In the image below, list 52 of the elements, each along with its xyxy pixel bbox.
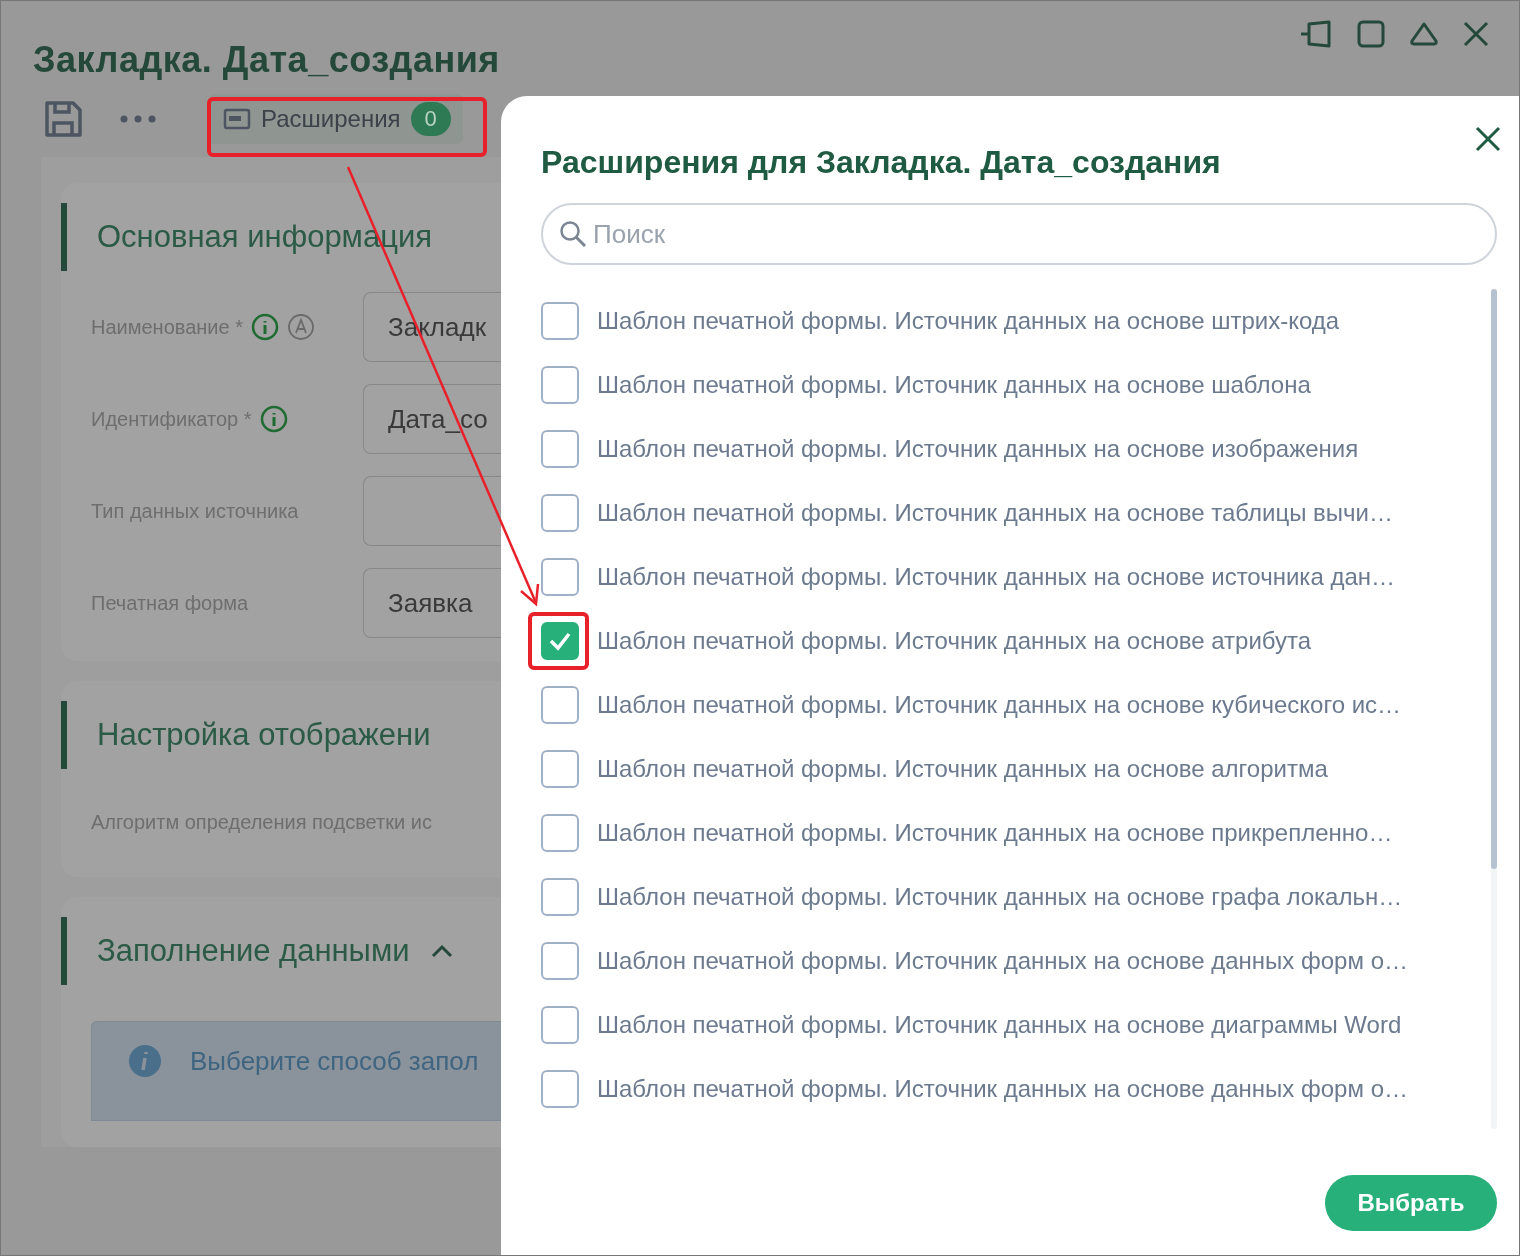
window-title: Закладка. Дата_создания [33,39,500,81]
checkbox[interactable] [541,814,579,852]
checkbox[interactable] [541,494,579,532]
extension-label[interactable]: Шаблон печатной формы. Источник данных на основе прикрепленно… [597,819,1393,847]
info-icon[interactable] [251,313,279,341]
extension-label[interactable]: Шаблон печатной формы. Источник данных на основе шаблона [597,371,1311,399]
checkbox[interactable] [541,1006,579,1044]
extension-label[interactable]: Шаблон печатной формы. Источник данных на основе графа локальн… [597,883,1403,911]
checkbox[interactable] [541,558,579,596]
extensions-button[interactable]: Расширения 0 [209,94,463,144]
search-icon [559,220,587,248]
extension-label[interactable]: Шаблон печатной формы. Источник данных на основе таблицы вычи… [597,499,1393,527]
select-button[interactable]: Выбрать [1325,1175,1497,1231]
drawer-title: Расширения для Закладка. Дата_создания [541,144,1222,181]
highlight-frame [528,612,589,670]
panel-icon [223,107,251,131]
close-icon[interactable] [1475,126,1501,152]
scrollbar[interactable] [1491,289,1497,1129]
count-badge: 0 [410,102,451,136]
check-icon [548,631,572,651]
info-icon [128,1044,162,1078]
checkbox[interactable] [541,1070,579,1108]
checkbox[interactable] [541,686,579,724]
more-icon[interactable] [119,114,157,124]
extension-label[interactable]: Шаблон печатной формы. Источник данных на основе диаграммы Word [597,1011,1402,1039]
checkbox[interactable] [541,622,579,660]
maximize-icon[interactable] [1357,20,1385,48]
notice-text: Выберите способ запол [190,1045,479,1077]
checkbox[interactable] [541,750,579,788]
extension-label[interactable]: Шаблон печатной формы. Источник данных на основе данных форм о… [597,947,1408,975]
pin-icon[interactable] [1299,20,1333,48]
auto-icon[interactable] [287,313,315,341]
checkbox[interactable] [541,878,579,916]
section-title: Настройка отображени [97,717,431,753]
checkbox[interactable] [541,302,579,340]
extension-label[interactable]: Шаблон печатной формы. Источник данных на основе источника дан… [597,563,1395,591]
extension-label[interactable]: Шаблон печатной формы. Источник данных на основе атрибута [597,627,1312,655]
search-field[interactable]: Поиск [541,203,1497,265]
extension-label[interactable]: Шаблон печатной формы. Источник данных на основе кубического ис… [597,691,1402,719]
save-icon[interactable] [43,100,83,138]
checkbox[interactable] [541,942,579,980]
close-icon[interactable] [1463,21,1489,47]
extension-label[interactable]: Шаблон печатной формы. Источник данных на основе данных форм о… [597,1075,1408,1103]
extension-label[interactable]: Шаблон печатной формы. Источник данных на основе штрих-кода [597,307,1340,335]
collapse-icon[interactable] [1409,21,1439,47]
extension-label[interactable]: Шаблон печатной формы. Источник данных на основе алгоритма [597,755,1328,783]
extension-label[interactable]: Шаблон печатной формы. Источник данных на основе изображения [597,435,1359,463]
checkbox[interactable] [541,430,579,468]
checkbox[interactable] [541,366,579,404]
info-icon[interactable] [259,405,288,433]
section-title: Заполнение данными [97,933,410,969]
chevron-icon[interactable] [429,943,454,959]
